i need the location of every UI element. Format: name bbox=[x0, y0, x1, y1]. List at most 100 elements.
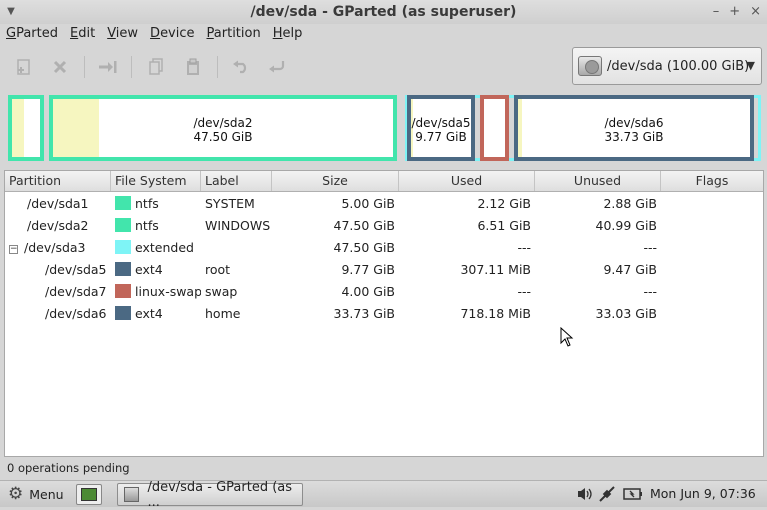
apply-button[interactable] bbox=[265, 55, 289, 79]
battery-icon[interactable] bbox=[623, 484, 643, 504]
disk-map-partition-sda5[interactable]: /dev/sda5 9.77 GiB bbox=[407, 95, 475, 161]
apply-icon bbox=[269, 61, 285, 73]
desktop-icon bbox=[81, 488, 97, 501]
clock[interactable]: Mon Jun 9, 07:36 bbox=[650, 484, 756, 504]
menu-view[interactable]: View bbox=[101, 24, 144, 44]
partition-name: /dev/sda6 bbox=[604, 116, 664, 130]
device-label: /dev/sda (100.00 GiB) bbox=[607, 58, 750, 74]
close-button[interactable]: × bbox=[750, 4, 761, 19]
filesystem-color-swatch bbox=[115, 261, 131, 276]
copy-button[interactable] bbox=[144, 55, 168, 79]
menu-edit[interactable]: Edit bbox=[64, 24, 101, 44]
cell-label: SYSTEM bbox=[205, 195, 255, 211]
window-title: /dev/sda - GParted (as superuser) bbox=[250, 4, 517, 20]
gparted-window: ▼ /dev/sda - GParted (as superuser) – + … bbox=[0, 0, 767, 480]
table-row[interactable]: /dev/sda2 ntfs WINDOWS 47.50 GiB 6.51 GiB 40.… bbox=[5, 214, 763, 236]
filesystem-name: extended bbox=[135, 239, 194, 255]
partition-table: Partition File System Label Size Used Un… bbox=[4, 170, 764, 457]
menu-help[interactable]: Help bbox=[267, 24, 309, 44]
table-header: Partition File System Label Size Used Un… bbox=[5, 171, 763, 192]
disk-map-partition-sda6[interactable]: /dev/sda6 33.73 GiB bbox=[514, 95, 754, 161]
cell-unused: --- bbox=[643, 239, 657, 255]
delete-partition-button[interactable] bbox=[48, 55, 72, 79]
maximize-button[interactable]: + bbox=[729, 4, 740, 19]
column-header-used[interactable]: Used bbox=[399, 171, 535, 191]
cell-used: 307.11 MiB bbox=[460, 261, 531, 277]
paste-icon bbox=[187, 58, 199, 75]
cell-used: --- bbox=[517, 283, 531, 299]
menu-bar: GParted Edit View Device Partition Help bbox=[0, 24, 308, 44]
cell-size: 33.73 GiB bbox=[333, 305, 396, 321]
menu-gparted[interactable]: GParted bbox=[0, 24, 64, 44]
disk-map-partition-sda7[interactable] bbox=[480, 95, 509, 161]
table-row[interactable]: /dev/sda5 ext4 root 9.77 GiB 307.11 MiB 9.47 … bbox=[5, 258, 763, 280]
partition-name: /dev/sda2 bbox=[27, 217, 89, 233]
table-body: /dev/sda1 ntfs SYSTEM 5.00 GiB 2.12 GiB 2.88 … bbox=[5, 192, 763, 324]
column-header-filesystem[interactable]: File System bbox=[111, 171, 201, 191]
cell-size: 47.50 GiB bbox=[333, 239, 396, 255]
table-row[interactable]: −/dev/sda3 extended 47.50 GiB --- --- bbox=[5, 236, 763, 258]
title-bar[interactable]: ▼ /dev/sda - GParted (as superuser) – + … bbox=[0, 0, 767, 24]
filesystem-color-swatch bbox=[115, 239, 131, 254]
device-selector[interactable]: /dev/sda (100.00 GiB) ▼ bbox=[572, 47, 762, 85]
cell-filesystem: ntfs bbox=[111, 217, 201, 233]
cell-size: 5.00 GiB bbox=[341, 195, 395, 211]
menu-partition[interactable]: Partition bbox=[201, 24, 267, 44]
cell-size: 9.77 GiB bbox=[341, 261, 395, 277]
cell-unused: 33.03 GiB bbox=[595, 305, 658, 321]
partition-name: /dev/sda6 bbox=[45, 305, 107, 321]
cell-filesystem: extended bbox=[111, 239, 201, 255]
filesystem-name: ext4 bbox=[135, 261, 163, 277]
column-header-size[interactable]: Size bbox=[272, 171, 399, 191]
filesystem-color-swatch bbox=[115, 305, 131, 320]
cell-used: 2.12 GiB bbox=[477, 195, 531, 211]
filesystem-color-swatch bbox=[115, 283, 131, 298]
volume-icon[interactable] bbox=[576, 484, 594, 504]
table-row[interactable]: /dev/sda7 linux-swap swap 4.00 GiB --- --- bbox=[5, 280, 763, 302]
minimize-button[interactable]: – bbox=[713, 4, 720, 19]
resize-move-button[interactable] bbox=[96, 55, 120, 79]
menu-device[interactable]: Device bbox=[144, 24, 200, 44]
used-space-bar bbox=[12, 99, 24, 157]
column-header-unused[interactable]: Unused bbox=[535, 171, 661, 191]
show-desktop-launcher[interactable] bbox=[76, 484, 102, 505]
column-header-label[interactable]: Label bbox=[201, 171, 272, 191]
cell-partition: /dev/sda1 bbox=[5, 196, 111, 211]
dropdown-arrow-icon: ▼ bbox=[746, 59, 755, 72]
network-icon[interactable] bbox=[598, 484, 616, 504]
disk-map: /dev/sda2 47.50 GiB /dev/sda5 9.77 GiB /… bbox=[5, 92, 762, 165]
cell-used: 6.51 GiB bbox=[477, 217, 531, 233]
start-menu-button[interactable]: ⚙ Menu bbox=[8, 484, 64, 504]
filesystem-color-swatch bbox=[115, 195, 131, 210]
cell-used: --- bbox=[517, 239, 531, 255]
partition-name: /dev/sda5 bbox=[411, 116, 471, 130]
gparted-app-icon bbox=[124, 487, 140, 502]
column-header-partition[interactable]: Partition bbox=[5, 171, 111, 191]
delete-icon bbox=[53, 60, 67, 74]
partition-size: 47.50 GiB bbox=[193, 130, 253, 144]
window-menu-icon[interactable]: ▼ bbox=[6, 7, 16, 17]
filesystem-name: ntfs bbox=[135, 217, 159, 233]
menu-label: Menu bbox=[29, 486, 64, 502]
cell-partition: /dev/sda7 bbox=[5, 284, 111, 299]
table-row[interactable]: /dev/sda6 ext4 home 33.73 GiB 718.18 MiB 33.0… bbox=[5, 302, 763, 324]
cell-partition: /dev/sda2 bbox=[5, 218, 111, 233]
filesystem-color-swatch bbox=[115, 217, 131, 232]
cell-unused: 2.88 GiB bbox=[603, 195, 657, 211]
cell-partition: /dev/sda6 bbox=[5, 306, 111, 321]
new-partition-button[interactable] bbox=[12, 55, 36, 79]
paste-button[interactable] bbox=[181, 55, 205, 79]
disk-map-partition-sda1[interactable] bbox=[8, 95, 44, 161]
undo-button[interactable] bbox=[229, 55, 253, 79]
taskbar-window-button[interactable]: /dev/sda - GParted (as ... bbox=[117, 480, 303, 510]
partition-name: /dev/sda1 bbox=[27, 195, 89, 211]
cell-used: 718.18 MiB bbox=[460, 305, 531, 321]
partition-size: 9.77 GiB bbox=[415, 130, 467, 144]
table-row[interactable]: /dev/sda1 ntfs SYSTEM 5.00 GiB 2.12 GiB 2.88 … bbox=[5, 192, 763, 214]
cell-unused: 9.47 GiB bbox=[603, 261, 657, 277]
status-bar: 0 operations pending bbox=[0, 459, 767, 479]
disk-map-partition-sda2[interactable]: /dev/sda2 47.50 GiB bbox=[49, 95, 397, 161]
collapse-toggle-icon[interactable]: − bbox=[9, 244, 18, 254]
column-header-flags[interactable]: Flags bbox=[661, 171, 763, 191]
cell-filesystem: ext4 bbox=[111, 305, 201, 321]
